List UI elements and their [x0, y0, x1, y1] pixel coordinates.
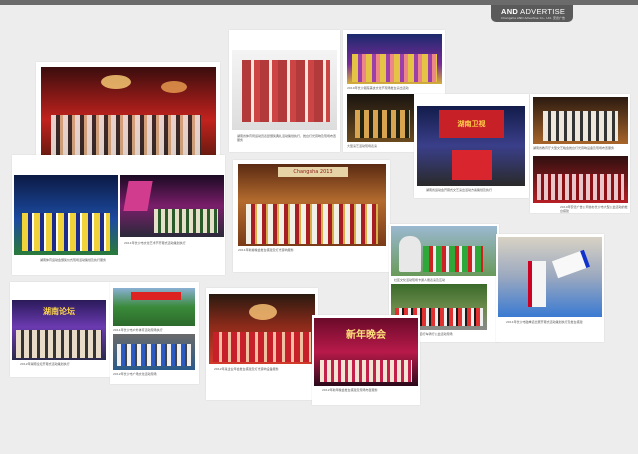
- banner: 湖南卫视: [439, 110, 504, 138]
- photo-stadium-1: [14, 175, 118, 255]
- photo-card-taekwondo: 2011年长沙市跆拳道比赛开幕式活动策划执行及舞台搭建: [496, 234, 604, 342]
- caption: 2011年长沙市跆拳道比赛开幕式活动策划执行及舞台搭建: [506, 320, 583, 324]
- caption: 2012年湖南论坛开幕式活动策划执行: [20, 362, 70, 366]
- dance-troupe: [352, 54, 437, 82]
- caption: 2011年新春晚会舞台搭建及灯光音响服务: [238, 248, 294, 252]
- photo-card-outdoor: 2011年长沙市户外体育活动现场执行 2012年长沙市广场文化活动现场: [110, 282, 199, 384]
- crowd: [117, 344, 191, 366]
- photo-forum: 湖南论坛: [12, 300, 106, 360]
- banner: Changsha 2013: [278, 167, 348, 177]
- photo-card-athletes: 湖南省体育局运动员表彰颁奖典礼活动策划执行，舞台灯光音响及现场布置服务: [229, 30, 340, 152]
- photo-card-stage-show: 湖南卫视节目现场活动策划执行及舞台搭建与灯光音响设备租赁服务: [36, 62, 220, 168]
- chorus: [537, 174, 624, 200]
- banner: 新年晚会: [346, 330, 386, 341]
- performers: [51, 115, 201, 155]
- photo-grand-stage: 湖南卫视: [417, 106, 525, 186]
- banquet-tables: [213, 332, 311, 362]
- caption: 湖南省教育厅大型文艺晚会舞台灯光音响设备及现场布置服务: [533, 146, 615, 150]
- stage-light: [249, 304, 277, 320]
- photo-card-grand-stage: 湖南卫视 湖南省运动会开幕式文艺演出活动方案策划及执行: [414, 94, 529, 198]
- performers: [320, 360, 412, 382]
- performers: [154, 209, 218, 233]
- photo-ceremony-2: [533, 156, 628, 203]
- speakers: [16, 330, 102, 358]
- banner: 湖南论坛: [43, 307, 75, 316]
- photo-stadium-2: [120, 175, 224, 237]
- guests: [543, 111, 618, 141]
- caption: 2010年安德广告公司协办长沙市大型公益活动的舞台搭建: [560, 205, 628, 213]
- screen: [123, 181, 153, 211]
- caption: 2010年长沙湘菜美食文化节现场舞台演出活动: [347, 86, 409, 90]
- stage-light: [101, 75, 131, 89]
- banner-strip: [131, 292, 181, 300]
- athletes-group: [242, 60, 330, 122]
- photo-card-annual-meeting: 2012年某企业年会舞台搭建及灯光音响设备服务: [206, 288, 318, 400]
- photo-stage-show: [41, 67, 216, 155]
- photo-card-forum: 湖南论坛 2012年湖南论坛开幕式活动策划执行: [10, 282, 110, 377]
- caption: 2012年长沙市广场文化活动现场: [113, 372, 157, 376]
- crowd: [423, 246, 483, 272]
- photo-card-ceremony: 湖南省教育厅大型文艺晚会舞台灯光音响设备及现场布置服务 2010年安德广告公司协…: [530, 94, 630, 213]
- caption: 2011年长沙市文化艺术节开幕式活动策划执行: [124, 241, 186, 245]
- photo-card-stadium: 湖南体育运动会颁奖仪式现场活动策划及执行服务 2011年长沙市文化艺术节开幕式活…: [12, 155, 225, 275]
- photo-card-new-year-gala: 新年晚会 2012年新年晚会舞台搭建及现场布置服务: [312, 315, 420, 405]
- photo-outdoor-2: [113, 334, 195, 370]
- photo-trophy-hall: Changsha 2013: [238, 164, 386, 246]
- trophy-table: [246, 204, 378, 244]
- athlete: [551, 249, 591, 279]
- photo-card-trophy-hall: Changsha 2013 2011年新春晚会舞台搭建及灯光音响服务: [233, 160, 390, 272]
- caption: 2012年某企业年会舞台搭建及灯光音响设备服务: [214, 367, 279, 371]
- photo-ceremony-1: [533, 97, 628, 144]
- caption: 湖南省体育局运动员表彰颁奖典礼活动策划执行，舞台灯光音响及现场布置服务: [237, 134, 337, 142]
- performers: [355, 110, 410, 138]
- caption: 湖南体育运动会颁奖仪式现场活动策划及执行服务: [40, 258, 107, 262]
- caption: 2012年新年晚会舞台搭建及现场布置服务: [322, 388, 378, 392]
- caption: 湖南省运动会开幕式文艺演出活动方案策划及执行: [426, 188, 493, 192]
- podium: [452, 150, 492, 180]
- performers: [22, 213, 110, 251]
- caption: 社区文化活动现场卡通人偶表演及互动: [394, 278, 446, 282]
- photo-outdoor-1: [113, 288, 195, 326]
- photo-dancers-1: [347, 34, 442, 84]
- brand-subtitle: Changsha AND Advertise Co., Ltd. 安德广告: [501, 16, 565, 20]
- photo-dancers-2: [347, 94, 418, 142]
- caption: 2011年长沙市户外体育活动现场执行: [113, 328, 163, 332]
- mascot: [399, 236, 421, 272]
- photo-taekwondo: [498, 237, 602, 317]
- photo-new-year-gala: 新年晚会: [314, 318, 418, 386]
- brand-name: AND ADVERTISE: [501, 7, 566, 16]
- photo-annual-meeting: [209, 294, 315, 364]
- photo-athletes: [232, 50, 337, 130]
- stage-light: [161, 81, 187, 93]
- athlete: [528, 261, 546, 307]
- photo-mascots: [391, 226, 497, 276]
- brand-logo: AND ADVERTISE Changsha AND Advertise Co.…: [491, 5, 573, 22]
